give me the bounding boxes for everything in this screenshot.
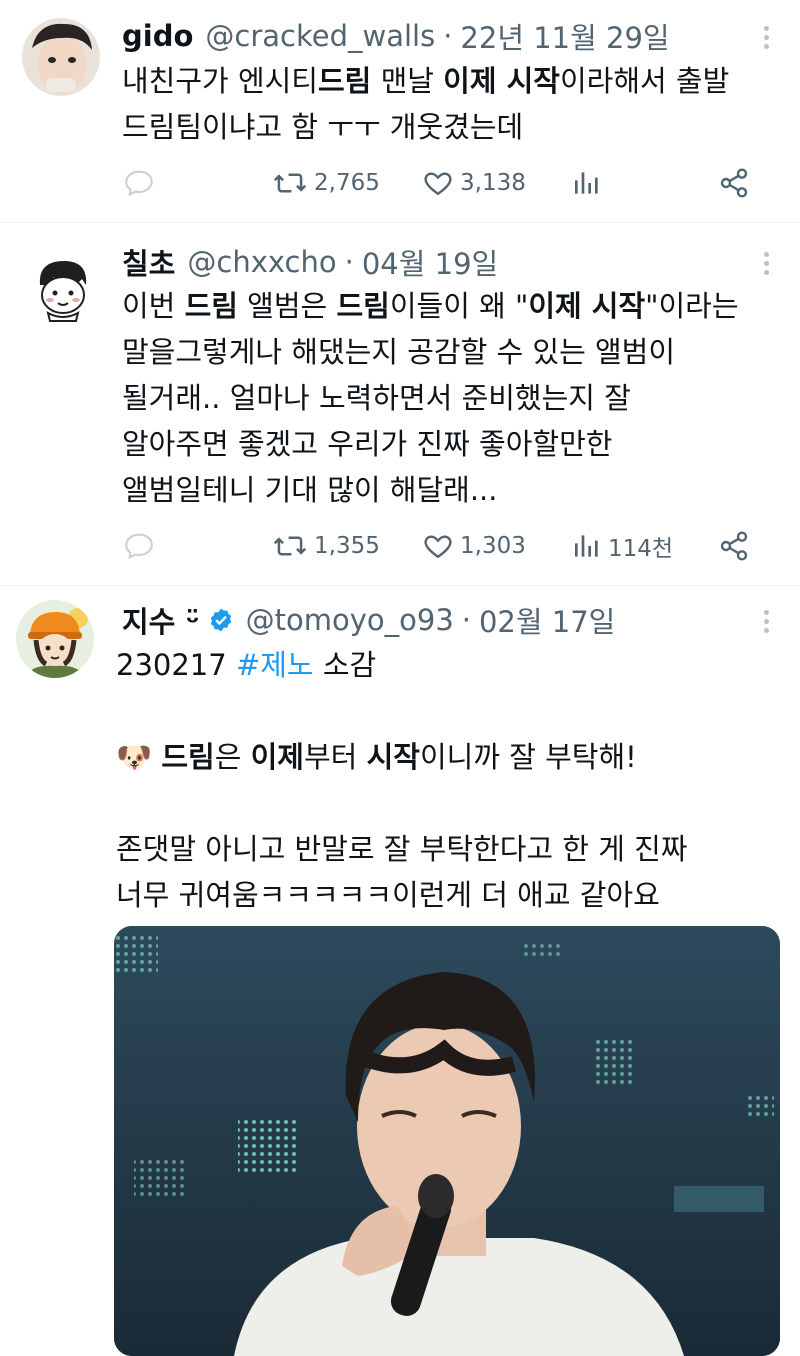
text-segment: 너무 귀여움ㅋㅋㅋㅋㅋ이런게 더 애교 같아요	[116, 878, 660, 912]
tweet-date[interactable]: 22년 11월 29일	[460, 15, 669, 57]
text-segment: 이라해서 출발	[559, 64, 730, 98]
avatar[interactable]	[22, 18, 100, 96]
reply-button[interactable]	[122, 526, 156, 566]
text-segment: 이제 시작	[528, 289, 646, 323]
like-button[interactable]: 1,303	[422, 526, 526, 566]
tweet-text: 이번 드림 앨범은 드림이들이 왜 "이제 시작"이라는 말을그렇게나 해댔는지 …	[122, 283, 772, 513]
tweet-media-photo[interactable]	[114, 926, 780, 1356]
avatar[interactable]	[24, 251, 102, 329]
text-segment: 부터	[303, 740, 367, 774]
heart-icon	[424, 535, 452, 559]
tweet-2[interactable]: 칠초 @chxxcho · 04월 19일 이번 드림 앨범은 드림이들이 왜 …	[0, 223, 800, 585]
views-icon	[575, 535, 598, 557]
text-segment: 앨범은	[237, 289, 337, 323]
text-segment: 앨범일테니 기대 많이 해달래...	[122, 473, 498, 507]
text-segment: 드림	[336, 289, 390, 323]
tweet-date[interactable]: 04월 19일	[362, 241, 498, 283]
retweet-count: 1,355	[314, 533, 380, 559]
text-segment: 존댓말 아니고 반말로 잘 부탁한다고 한 게 진짜	[116, 832, 688, 866]
share-button[interactable]	[718, 526, 750, 566]
display-name[interactable]: 지수 ᵕ̈	[122, 599, 200, 641]
avatar[interactable]	[16, 600, 94, 678]
more-icon[interactable]	[762, 248, 770, 279]
display-name[interactable]: gido	[122, 19, 193, 53]
text-segment: "이라는	[645, 289, 739, 323]
more-icon[interactable]	[762, 22, 770, 53]
tweet-date[interactable]: 02월 17일	[479, 599, 615, 641]
tweet-1[interactable]: gido @cracked_walls · 22년 11월 29일 내친구가 엔…	[0, 0, 800, 222]
user-handle[interactable]: @cracked_walls	[205, 19, 435, 53]
hashtag-link[interactable]: #제노	[236, 648, 314, 682]
text-segment: 이번	[122, 289, 185, 323]
text-segment: 은	[214, 740, 251, 774]
retweet-icon	[273, 536, 307, 556]
reply-icon	[125, 170, 153, 197]
user-handle[interactable]: @chxxcho	[187, 245, 336, 279]
like-count: 3,138	[460, 170, 526, 196]
user-handle[interactable]: @tomoyo_o93	[246, 603, 454, 637]
like-button[interactable]: 3,138	[422, 163, 526, 203]
text-segment: 드림	[184, 289, 238, 323]
tweet-header: 칠초 @chxxcho · 04월 19일	[122, 242, 498, 282]
share-icon	[720, 531, 748, 561]
text-segment: 드림	[317, 64, 372, 98]
text-segment: 시작	[366, 740, 420, 774]
tweet-text: 230217 #제노 소감 🐶 드림은 이제부터 시작이니까 잘 부탁해! 존댓말 …	[116, 642, 772, 918]
text-segment: 내친구가 엔시티	[122, 64, 318, 98]
retweet-count: 2,765	[314, 170, 380, 196]
text-segment: 맨날	[371, 64, 444, 98]
tweet-text: 내친구가 엔시티드림 맨날 이제 시작이라해서 출발드림팀이냐고 함 ㅜㅜ 개웃…	[122, 58, 772, 150]
tweet-header: 지수 ᵕ̈ @tomoyo_o93 · 02월 17일	[122, 600, 615, 640]
like-count: 1,303	[460, 533, 526, 559]
retweet-button[interactable]: 2,765	[272, 163, 380, 203]
text-segment: 이들이 왜 "	[389, 289, 529, 323]
tweet-actions: 1,355 1,303 114천	[122, 526, 762, 566]
display-name[interactable]: 칠초	[122, 241, 175, 283]
more-icon[interactable]	[762, 606, 770, 637]
concert-photo	[114, 926, 780, 1356]
views-button[interactable]: 114천	[572, 526, 673, 566]
retweet-button[interactable]: 1,355	[272, 526, 380, 566]
text-segment: 드림	[161, 740, 215, 774]
view-count: 114천	[608, 536, 674, 562]
text-segment: 230217	[116, 648, 236, 682]
heart-icon	[424, 172, 452, 196]
separator: ·	[443, 19, 453, 53]
separator: ·	[461, 603, 471, 637]
share-icon	[720, 168, 748, 198]
text-segment: 드림팀이냐고 함 ㅜㅜ 개웃겼는데	[122, 110, 524, 144]
reply-icon	[125, 533, 153, 560]
text-segment: 이제 시작	[443, 64, 560, 98]
retweet-icon	[273, 173, 307, 193]
text-segment: 이니까 잘 부탁해!	[419, 740, 637, 774]
verified-badge-icon	[210, 608, 231, 632]
views-button[interactable]	[572, 163, 602, 203]
views-icon	[575, 172, 598, 194]
text-segment: 될거래.. 얼마나 노력하면서 준비했는지 잘	[122, 381, 631, 415]
tweet-actions: 2,765 3,138	[122, 163, 762, 203]
reply-button[interactable]	[122, 163, 156, 203]
text-segment: 🐶	[116, 740, 162, 774]
text-segment: 소감	[313, 648, 377, 682]
share-button[interactable]	[718, 163, 750, 203]
text-segment: 이제	[250, 740, 304, 774]
separator: ·	[344, 245, 354, 279]
text-segment: 알아주면 좋겠고 우리가 진짜 좋아할만한	[122, 427, 613, 461]
tweet-header: gido @cracked_walls · 22년 11월 29일	[122, 16, 670, 56]
text-segment: 말을그렇게나 해댔는지 공감할 수 있는 앨범이	[122, 335, 676, 369]
